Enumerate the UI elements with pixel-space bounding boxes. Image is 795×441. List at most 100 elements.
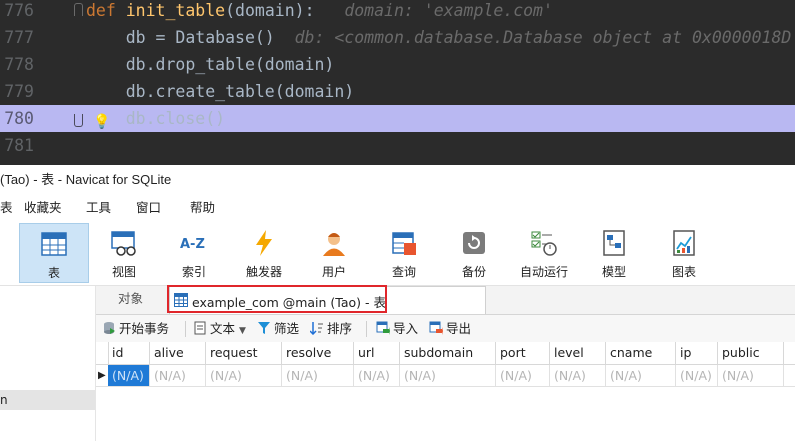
line-number: 776 [4,1,34,20]
table-cell[interactable]: (N/A) [550,365,606,386]
document-icon [194,321,206,335]
column-header-request[interactable]: request [206,342,282,364]
tab-objects[interactable]: 对象 [118,286,143,314]
fold-marker-icon[interactable] [74,114,83,127]
table-cell[interactable]: (N/A) [354,365,400,386]
menu-favorites[interactable]: 收藏夹 [24,195,62,221]
toolbar-trigger-label: 触发器 [245,265,282,279]
tree-item-selected[interactable]: n [0,390,95,410]
begin-transaction-label: 开始事务 [119,321,170,336]
export-icon [429,321,443,335]
filter-button[interactable]: 筛选 [257,315,299,342]
column-header-port[interactable]: port [496,342,550,364]
column-header-subdomain[interactable]: subdomain [400,342,496,364]
toolbar-view-button[interactable]: 视图 [89,223,159,283]
table-cell[interactable]: (N/A) [282,365,354,386]
toolbar-index-button[interactable]: A-Z 索引 [159,223,229,283]
code-token: def [86,1,126,20]
export-label: 导出 [446,321,472,336]
toolbar-model-button[interactable]: 模型 [579,223,649,283]
toolbar-table-button[interactable]: 表 [19,223,89,283]
table-cell[interactable]: (N/A) [676,365,718,386]
import-label: 导入 [393,321,419,336]
code-line[interactable]: 781 [0,132,795,159]
code-token: db.drop_table(domain) [86,55,335,74]
chevron-down-icon: ▼ [239,326,246,336]
svg-text:A-Z: A-Z [180,237,205,252]
column-header-public[interactable]: public [718,342,784,364]
code-token: ( [225,1,236,20]
sort-label: 排序 [327,321,353,336]
export-button[interactable]: 导出 [429,315,471,342]
line-number: 778 [4,55,34,74]
separator [366,321,367,337]
line-number: 780 [4,109,34,128]
sort-icon [310,322,323,335]
toolbar-view-label: 视图 [111,265,136,279]
connection-tree[interactable]: n [0,286,96,441]
code-token: db = Database() [86,28,275,47]
menu-bar: 表 收藏夹 工具 窗口 帮助 [0,195,795,221]
table-cell[interactable]: (N/A) [150,365,206,386]
table-action-bar: 开始事务 文本 ▼ 筛选 排序 导入 导出 [96,315,795,342]
grid-header: id alive request resolve url subdomain port lev… [96,342,795,365]
table-cell[interactable]: (N/A) [606,365,676,386]
code-token: ): [294,1,315,20]
inline-hint: db: <common.database.Database object at … [274,28,792,47]
window-titlebar: (Tao) - 表 - Navicat for SQLite [0,165,795,195]
column-header-level[interactable]: level [550,342,606,364]
transaction-icon [104,322,115,334]
import-icon [376,321,390,335]
code-token: db.create_table(domain) [86,82,355,101]
toolbar-chart-button[interactable]: 图表 [649,223,719,283]
table-cell[interactable]: (N/A) [206,365,282,386]
code-token: init_table [125,1,226,20]
column-header-cname[interactable]: cname [606,342,676,364]
code-line[interactable]: 778 db.drop_table(domain) [0,51,795,78]
column-header-url[interactable]: url [354,342,400,364]
toolbar-user-button[interactable]: 用户 [299,223,369,283]
filter-label: 筛选 [274,321,300,336]
code-line[interactable]: 777 db = Database() db: <common.database… [0,24,795,51]
separator [185,321,186,337]
toolbar-auto-run-button[interactable]: 自动运行 [509,223,579,283]
table-icon [41,232,67,256]
table-cell[interactable]: (N/A) [400,365,496,386]
column-header-id[interactable]: id [108,342,150,364]
sort-button[interactable]: 排序 [310,315,352,342]
toolbar-backup-button[interactable]: 备份 [439,223,509,283]
toolbar-query-label: 查询 [391,265,416,279]
highlight-box [167,285,387,313]
column-header-resolve[interactable]: resolve [282,342,354,364]
import-button[interactable]: 导入 [376,315,418,342]
column-header-ip[interactable]: ip [676,342,718,364]
menu-window[interactable]: 窗口 [136,195,161,221]
toolbar-query-button[interactable]: 查询 [369,223,439,283]
window-title: (Tao) - 表 - Navicat for SQLite [0,172,172,187]
code-line[interactable]: 780 💡 db.close() [0,105,795,132]
menu-help[interactable]: 帮助 [190,195,215,221]
begin-transaction-button[interactable]: 开始事务 [102,315,169,342]
code-text: db.drop_table(domain) [86,51,335,78]
code-editor[interactable]: 776 def init_table(domain): domain: 'exam… [0,0,795,165]
column-header-alive[interactable]: alive [150,342,206,364]
user-icon [323,233,345,256]
menu-tools[interactable]: 工具 [86,195,111,221]
table-cell[interactable]: (N/A) [108,365,150,386]
code-text: db = Database() db: <common.database.Dat… [86,24,792,51]
code-line[interactable]: 776 def init_table(domain): domain: 'exam… [0,0,795,24]
menu-table[interactable]: 表 [0,195,13,221]
toolbar-auto-run-label: 自动运行 [519,265,568,279]
query-icon [392,232,416,255]
auto-run-icon [531,231,557,256]
table-row[interactable]: ▶ (N/A) (N/A) (N/A) (N/A) (N/A) (N/A) (N/A) (N/A… [96,365,795,387]
toolbar-trigger-button[interactable]: 触发器 [229,223,299,283]
table-cell[interactable]: (N/A) [496,365,550,386]
code-line[interactable]: 779 db.create_table(domain) [0,78,795,105]
table-cell[interactable]: (N/A) [718,365,784,386]
code-text: db.close() [86,105,225,132]
fold-marker-icon[interactable] [74,3,83,16]
text-view-button[interactable]: 文本 ▼ [193,315,246,342]
data-grid[interactable]: id alive request resolve url subdomain port lev… [96,342,795,441]
backup-icon [463,232,485,254]
